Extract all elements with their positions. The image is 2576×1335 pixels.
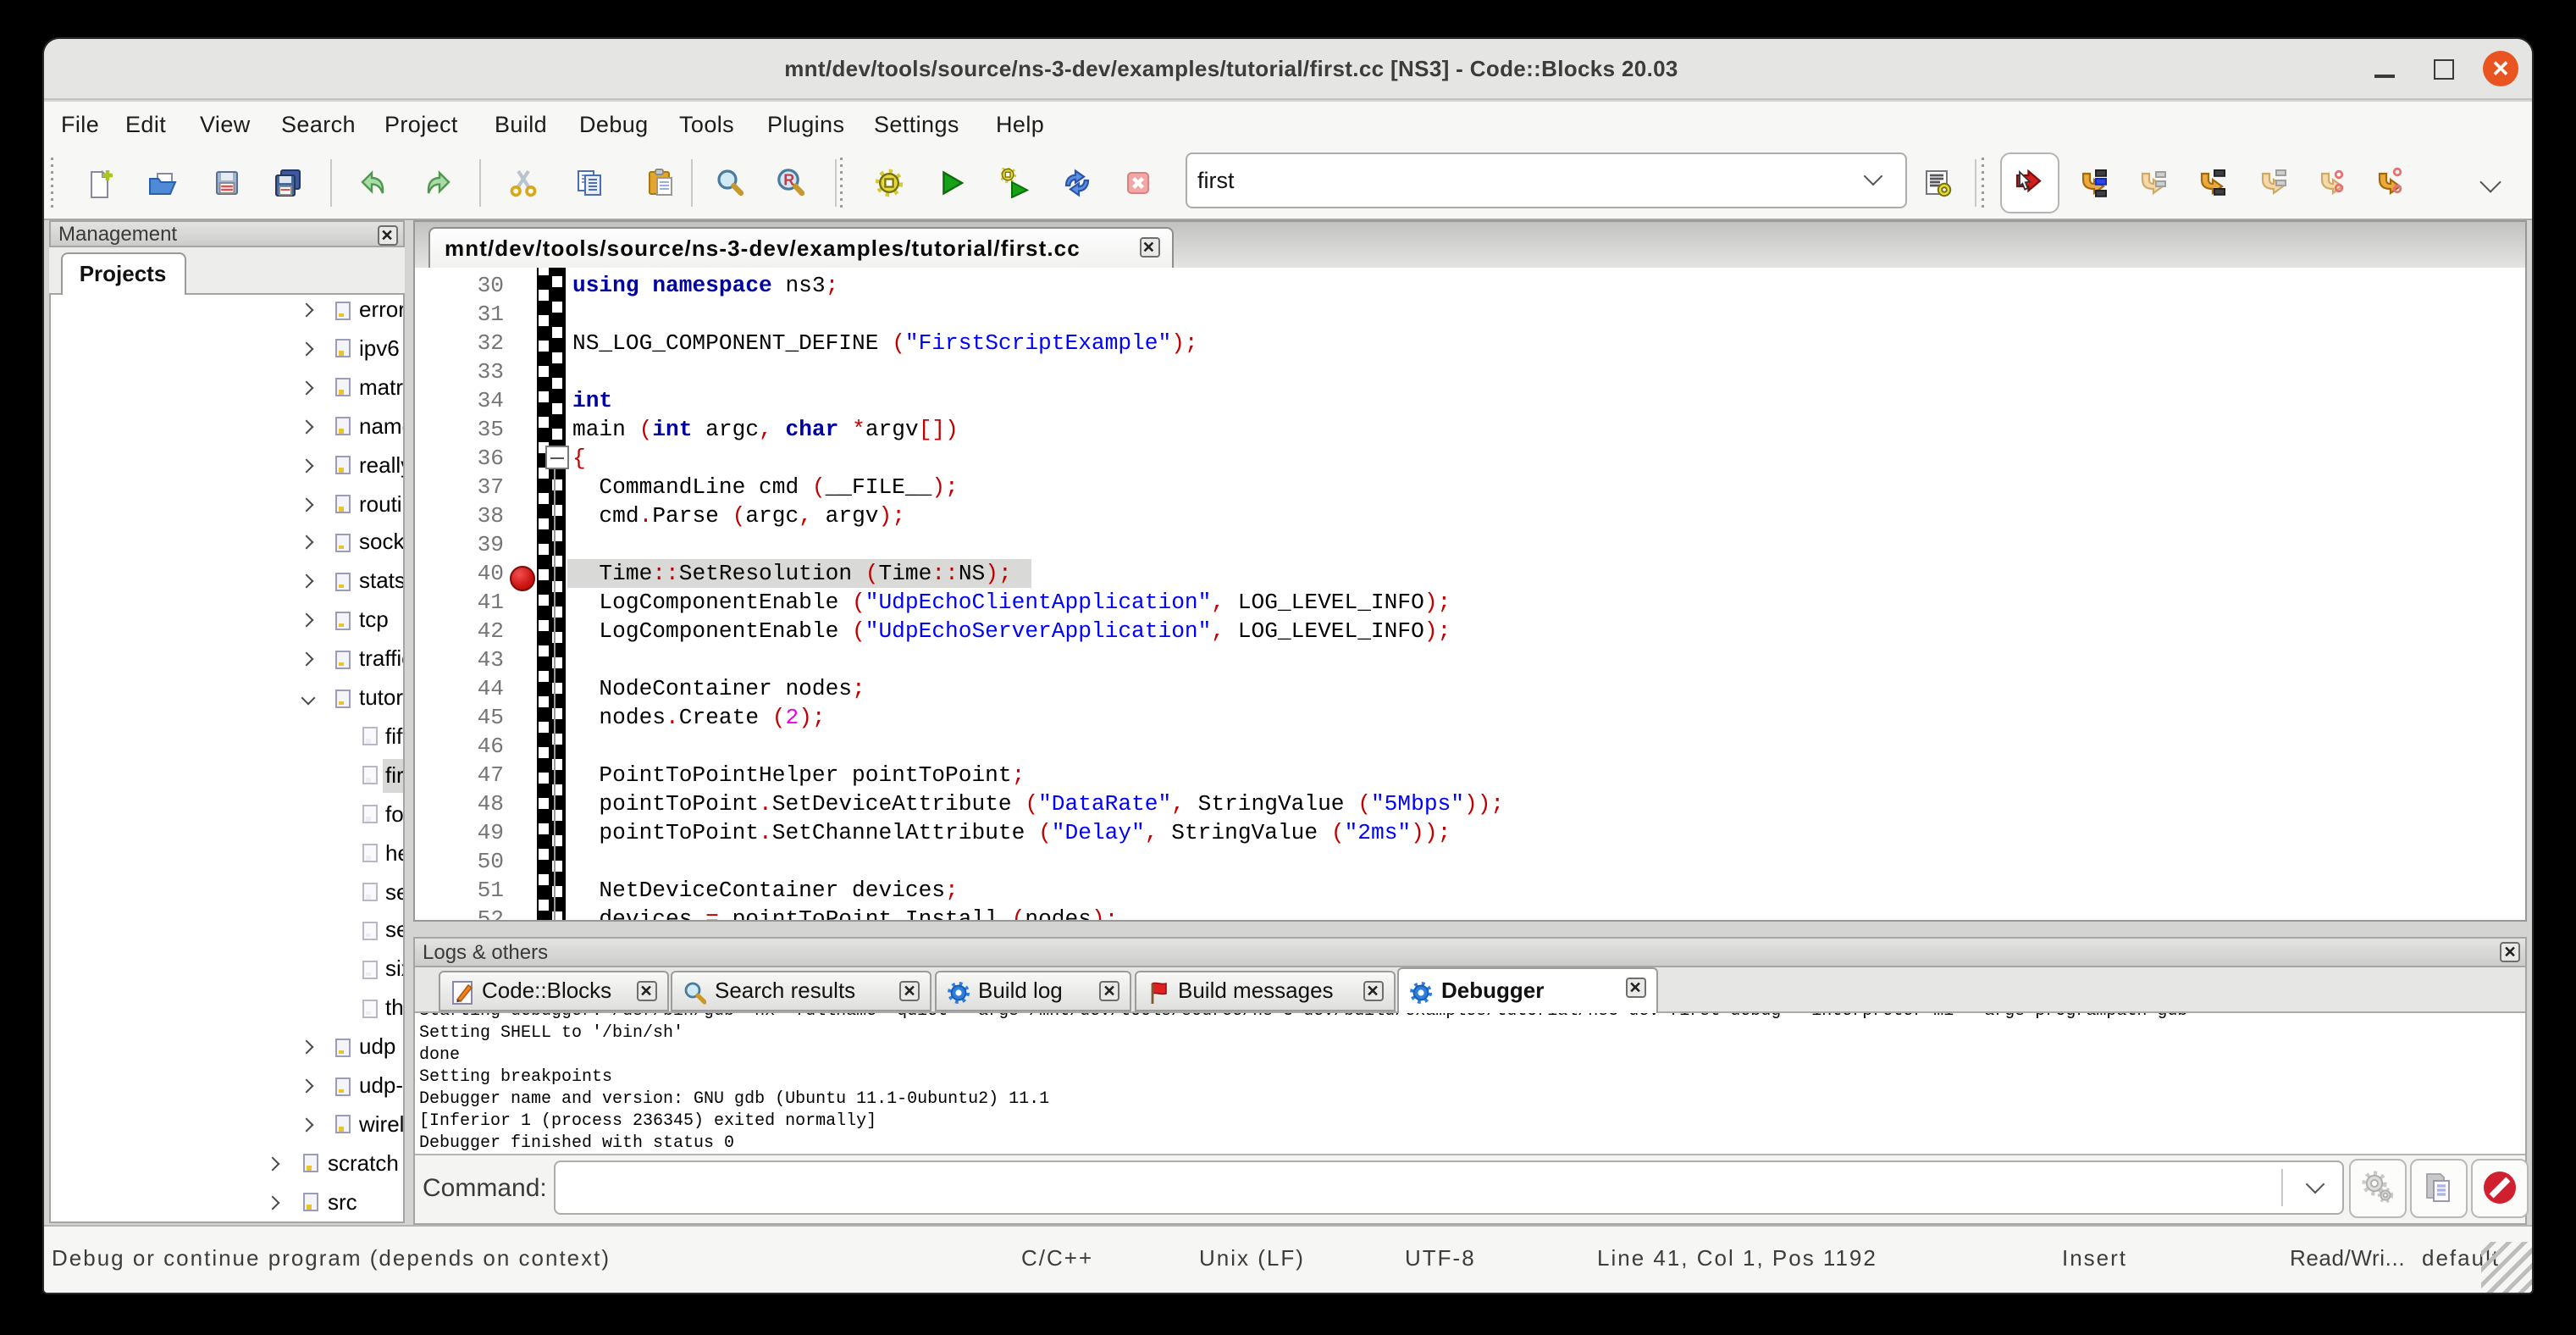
svg-text:R: R <box>782 171 793 188</box>
